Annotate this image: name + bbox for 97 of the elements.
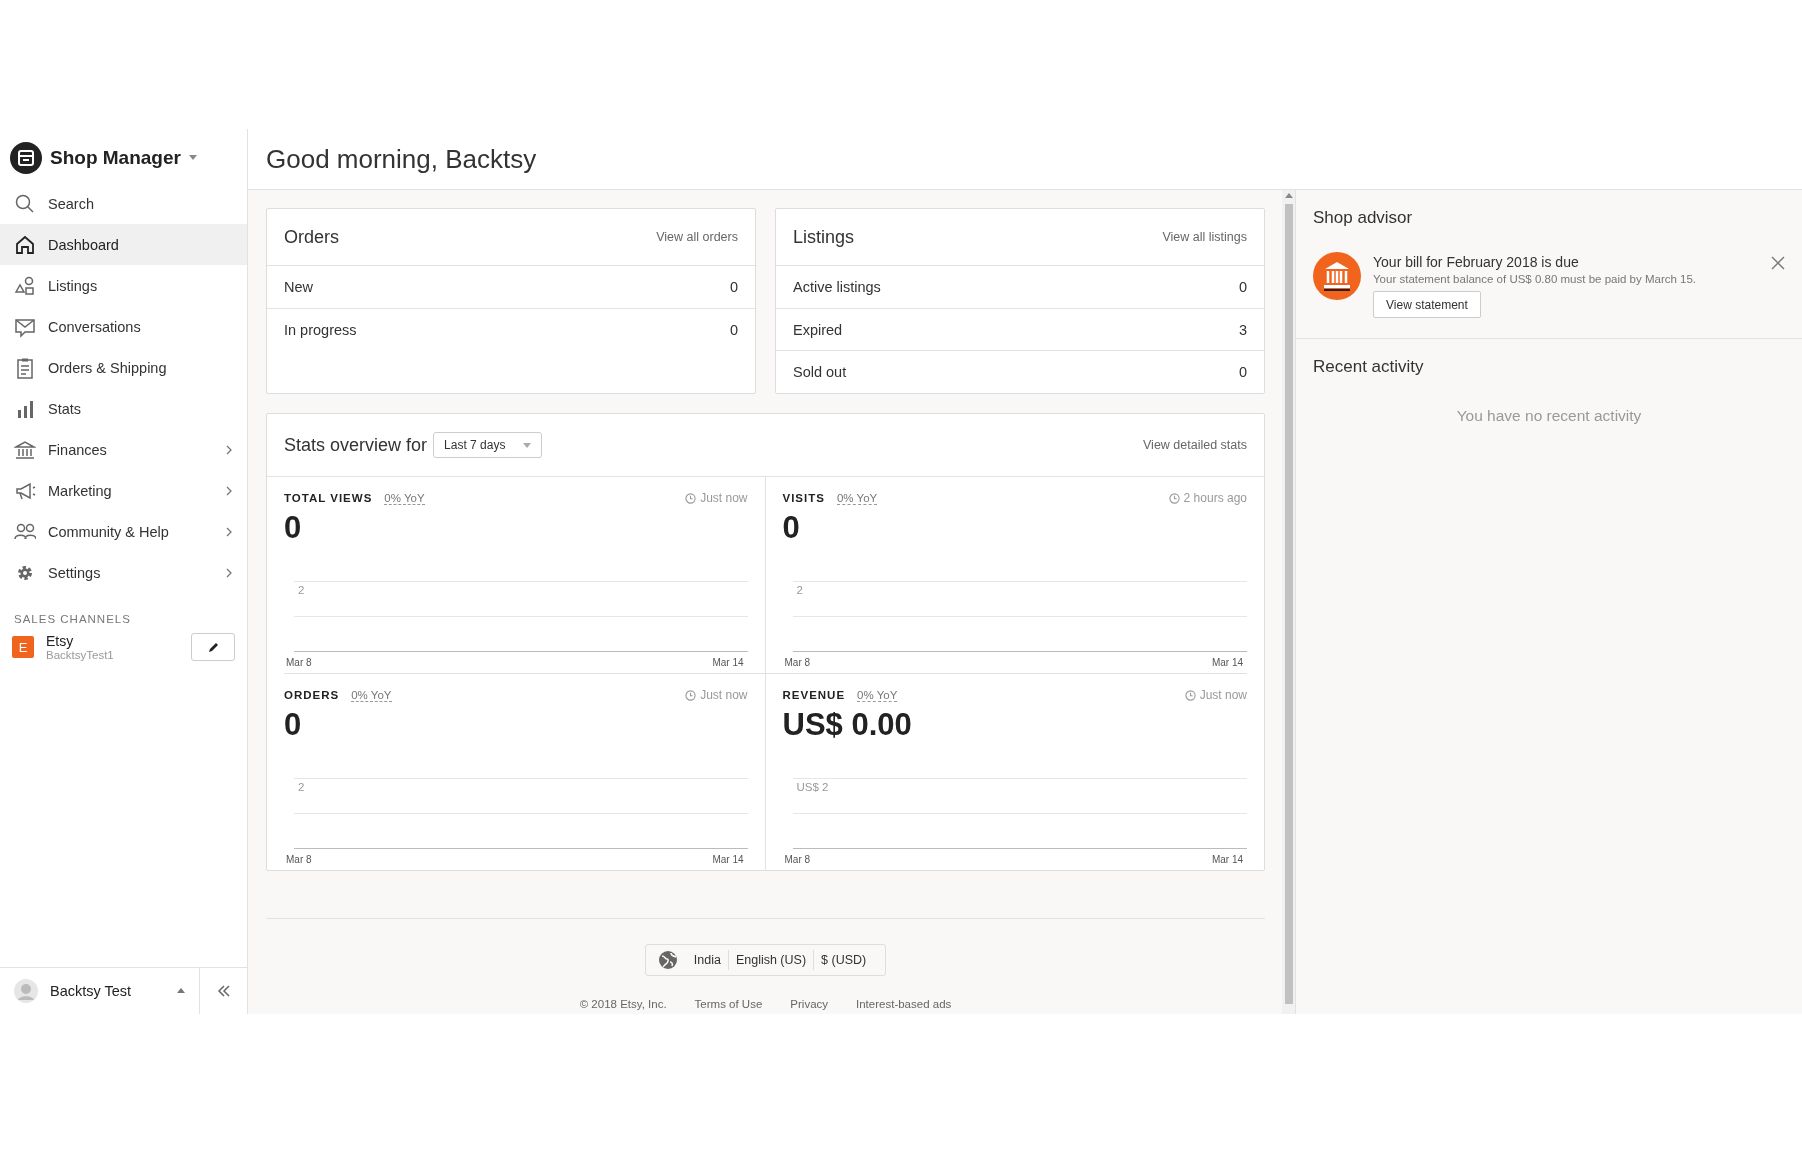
updated-time: 2 hours ago [1183, 491, 1247, 505]
nav-item[interactable]: Marketing [0, 470, 247, 511]
row-value: 0 [1238, 278, 1247, 295]
alert-title: Your bill for February 2018 is due [1373, 254, 1579, 270]
axis-label: Mar 8 [784, 854, 811, 865]
chevron-right-icon [225, 567, 233, 578]
chevron-right-icon [225, 526, 233, 537]
updated-time: Just now [700, 491, 748, 505]
row-label: Sold out [793, 364, 847, 381]
metric-value: US$ 0.00 [782, 708, 913, 743]
nav-item[interactable]: Orders & Shipping [0, 347, 247, 388]
footer-link[interactable]: Terms of Use [694, 998, 763, 1010]
updated-time: Just now [1199, 688, 1247, 702]
yoy-change: 0% YoY [351, 688, 392, 702]
shop-name: BacktsyTest1 [46, 649, 115, 661]
panel-title: Shop advisor [1313, 208, 1414, 228]
footer-link[interactable]: Privacy [790, 998, 829, 1010]
yoy-change: 0% YoY [857, 688, 898, 702]
nav-item[interactable]: Settings [0, 552, 247, 593]
panel-title: Recent activity [1313, 357, 1425, 377]
row-label: Expired [793, 321, 843, 338]
clock-icon [1184, 689, 1196, 701]
chevron-right-icon [225, 485, 233, 496]
axis-label: 2 [298, 781, 305, 793]
card-title: Listings [793, 226, 855, 248]
nav-item[interactable]: Community & Help [0, 511, 247, 552]
row-label: New [284, 279, 313, 295]
view-all-link[interactable]: View all listings [1162, 230, 1247, 244]
empty-message: You have no recent activity [1455, 407, 1643, 425]
clipboard-icon [14, 356, 36, 379]
double-chevron-left-icon [216, 985, 231, 997]
app-title[interactable]: Shop Manager [50, 147, 181, 169]
search-icon [14, 192, 36, 215]
metric-label: VISITS [782, 492, 825, 504]
axis-label: Mar 8 [286, 854, 312, 865]
nav-item[interactable]: Search [0, 183, 247, 224]
channel-name: Etsy [46, 633, 75, 649]
metric-value: 0 [284, 708, 303, 743]
yoy-change: 0% YoY [836, 491, 878, 505]
metric-value: 0 [284, 511, 303, 546]
clock-icon [685, 492, 697, 504]
nav-item[interactable]: Stats [0, 388, 247, 429]
updated-time: Just now [700, 688, 748, 702]
nav-item[interactable]: Listings [0, 265, 247, 306]
metric-value: 0 [782, 511, 801, 546]
avatar-icon [14, 979, 38, 1003]
clock-icon [685, 689, 697, 701]
caret-icon[interactable] [188, 155, 197, 161]
card-title: Orders [284, 226, 339, 248]
row-label: In progress [284, 322, 357, 338]
home-icon [14, 233, 36, 256]
nav-item[interactable]: Finances [0, 429, 247, 470]
axis-label: Mar 14 [1211, 657, 1243, 668]
shop-logo-icon [10, 142, 42, 174]
nav-item[interactable]: Dashboard [0, 224, 247, 265]
view-all-link[interactable]: View all orders [656, 230, 738, 244]
metric-label: TOTAL VIEWS [284, 492, 373, 504]
row-value: 0 [1238, 364, 1247, 381]
bank-icon [14, 438, 36, 461]
period-dropdown[interactable]: Last 7 days [433, 432, 543, 458]
shapes-icon [14, 274, 36, 297]
scrollbar[interactable] [1282, 190, 1296, 1014]
locale-selector[interactable]: India English (US) $ (USD) [644, 944, 887, 976]
footer-link[interactable]: Interest-based ads [856, 998, 952, 1010]
metric-label: ORDERS [284, 689, 340, 701]
axis-label: Mar 8 [784, 657, 811, 668]
bank-icon [1313, 252, 1361, 300]
view-statement-button[interactable]: View statement [1373, 291, 1481, 318]
axis-label: Mar 14 [712, 657, 744, 668]
axis-label: Mar 8 [286, 657, 312, 668]
yoy-change: 0% YoY [384, 491, 425, 505]
axis-label: Mar 14 [1211, 854, 1243, 865]
pencil-icon [206, 640, 220, 654]
shop-badge: E [12, 636, 34, 658]
close-icon[interactable] [1771, 256, 1785, 270]
caret-up-icon [177, 988, 185, 994]
metric-label: REVENUE [782, 689, 846, 701]
nav-item[interactable]: Conversations [0, 306, 247, 347]
axis-label: US$ 2 [796, 781, 829, 793]
user-menu[interactable]: Backtsy Test [0, 968, 200, 1014]
axis-label: 2 [298, 584, 305, 596]
row-label: Active listings [793, 278, 881, 295]
axis-label: Mar 14 [712, 854, 744, 865]
alert-text: Your statement balance of US$ 0.80 must be paid by March 15. [1373, 273, 1697, 285]
clock-icon [1168, 492, 1180, 504]
row-value: 0 [729, 322, 738, 338]
row-value: 3 [1238, 321, 1247, 338]
row-value: 0 [729, 279, 738, 295]
card-title: Stats overview for [284, 434, 428, 456]
view-stats-link[interactable]: View detailed stats [1143, 438, 1247, 452]
globe-icon [657, 950, 678, 970]
axis-label: 2 [796, 584, 803, 596]
footer-link[interactable]: © 2018 Etsy, Inc. [579, 998, 667, 1010]
chevron-right-icon [225, 444, 233, 455]
edit-button[interactable] [191, 633, 235, 661]
section-heading: SALES CHANNELS [13, 612, 132, 627]
page-title: Good morning, Backtsy [266, 143, 537, 175]
